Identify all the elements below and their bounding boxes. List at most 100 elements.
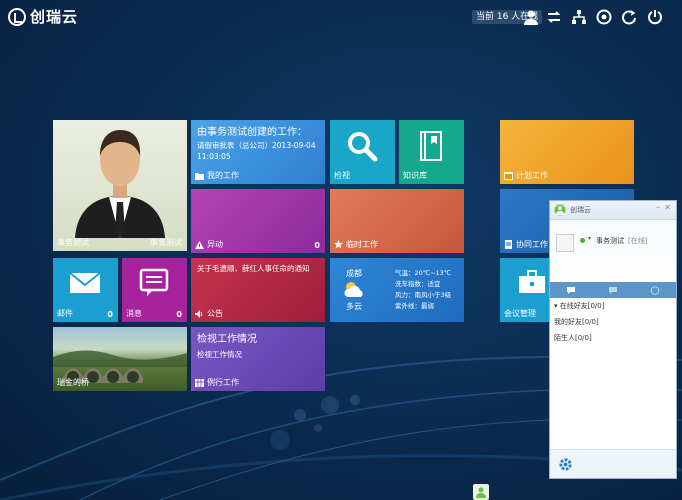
user-icon[interactable] (522, 8, 540, 26)
weather-tile[interactable]: 成都 多云 气温：20℃~13℃ 洗车指数：适宜 风力：南风小于3级 紫外线：最… (330, 258, 464, 322)
my-work-line1: 请假审批表（总公司）2013-09-04 (197, 141, 316, 150)
briefcase-icon (519, 270, 545, 293)
tab-contacts-icon[interactable] (566, 286, 576, 295)
mail-count: 0 (107, 310, 113, 319)
notice-title: 关于毛遗顺、薛红人事任命的通知 (197, 264, 310, 273)
avatar (75, 130, 165, 238)
exception-tile[interactable]: 异动 0 (191, 189, 325, 253)
my-work-detail: 请假审批表（总公司）2013-09-04 11:03:05 (197, 140, 316, 162)
profile-tile[interactable]: 事务测试 事务测试 (53, 120, 187, 251)
collab-label-wrap: 协同工作 (504, 239, 548, 250)
notice-label: 公告 (207, 309, 223, 318)
calendar-icon (504, 172, 513, 180)
logo-icon (8, 7, 26, 26)
message-tile[interactable]: 消息 0 (122, 258, 187, 322)
plan-label-wrap: 计划工作 (504, 170, 548, 181)
group-friends[interactable]: 我的好友[0/0] (550, 314, 676, 330)
inspect-tile[interactable]: 检视 (330, 120, 395, 184)
routine-tile[interactable]: 检视工作情况 检视工作情况 例行工作 (191, 327, 325, 391)
weather-city: 成都 (346, 269, 362, 278)
tab-recent-icon[interactable] (650, 285, 660, 295)
group-friends-label: 我的好友[0/0] (554, 318, 599, 326)
chat-user-card: ▾ 事务测试 [在线] (550, 220, 676, 282)
plan-tile[interactable]: 计划工作 (500, 120, 634, 184)
star-icon (334, 240, 343, 249)
routine-title: 检视工作情况 (197, 334, 257, 345)
chat-app-icon (554, 204, 566, 216)
chat-bubble-icon (139, 268, 169, 296)
notice-label-wrap: 公告 (195, 308, 223, 319)
warning-icon (195, 240, 204, 249)
search-icon (348, 132, 378, 162)
brand-name: 创瑞云 (30, 8, 79, 26)
knowledge-tile[interactable]: 知识库 (399, 120, 464, 184)
speaker-icon (195, 309, 203, 318)
chat-panel-header: 创瑞云 – ✕ (550, 201, 676, 220)
cloudy-icon (344, 282, 363, 297)
weather-temp: 气温：20℃~13℃ (395, 269, 452, 277)
exception-count: 0 (314, 241, 320, 250)
power-icon[interactable] (646, 8, 664, 26)
routine-label-wrap: 例行工作 (195, 377, 239, 388)
status-dropdown-icon[interactable]: ▾ (588, 235, 591, 242)
chat-panel-footer (550, 449, 676, 478)
collab-label: 协同工作 (516, 240, 548, 249)
temp-work-label-wrap: 临时工作 (334, 239, 378, 250)
mail-icon (69, 272, 101, 293)
inspect-label: 检视 (334, 171, 350, 180)
refresh-icon[interactable] (545, 8, 563, 26)
temp-work-tile[interactable]: 临时工作 (330, 189, 464, 253)
tab-groups-icon[interactable] (608, 286, 618, 295)
my-work-tile[interactable]: 由事务测试创建的工作： 请假审批表（总公司）2013-09-04 11:03:0… (191, 120, 325, 184)
weather-uv: 紫外线：最弱 (395, 302, 434, 310)
message-count: 0 (176, 310, 182, 319)
chat-settings-icon[interactable] (558, 457, 573, 472)
org-chart-icon[interactable] (570, 8, 588, 26)
chat-app-icon (476, 487, 486, 498)
my-work-label-wrap: 我的工作 (195, 170, 239, 181)
plan-label: 计划工作 (516, 171, 548, 180)
book-icon (420, 131, 442, 161)
folder-icon (195, 172, 204, 180)
document-icon (505, 240, 512, 249)
group-strangers[interactable]: 陌生人[0/0] (550, 330, 676, 346)
group-online[interactable]: ▾ 在线好友[0/0] (550, 298, 676, 314)
group-strangers-label: 陌生人[0/0] (554, 334, 592, 342)
message-label: 消息 (126, 309, 142, 318)
exception-label: 异动 (207, 240, 223, 249)
chat-panel: 创瑞云 – ✕ ▾ 事务测试 [在线] ▾ 在线好友[0/0] 我的好友[0/0… (549, 200, 677, 479)
notice-tile[interactable]: 关于毛遗顺、薛红人事任命的通知 公告 (191, 258, 325, 322)
user-avatar[interactable] (556, 234, 574, 252)
my-work-line2: 11:03:05 (197, 152, 231, 161)
brand-logo: 创瑞云 (8, 6, 78, 27)
close-icon[interactable]: ✕ (664, 203, 671, 212)
photo-caption: 瑞金的桥 (57, 378, 89, 387)
routine-sub: 检视工作情况 (197, 350, 242, 359)
chat-panel-title: 创瑞云 (570, 206, 591, 214)
knowledge-label: 知识库 (403, 171, 427, 180)
weather-details: 气温：20℃~13℃ 洗车指数：适宜 风力：南风小于3级 紫外线：最弱 (395, 268, 451, 312)
minimize-icon[interactable]: – (656, 203, 660, 212)
exception-label-wrap: 异动 (195, 239, 223, 250)
weather-wind: 风力：南风小于3级 (395, 291, 452, 299)
mail-label: 邮件 (57, 309, 73, 318)
weather-condition: 多云 (346, 302, 362, 311)
chat-user-name: 事务测试 (596, 237, 624, 245)
chat-tabs (550, 282, 676, 298)
meeting-label: 会议管理 (504, 309, 536, 318)
weather-wash: 洗车指数：适宜 (395, 280, 441, 288)
chat-user-status: [在线] (628, 237, 648, 245)
top-bar: 创瑞云 当前 16 人在线 (0, 0, 682, 34)
mail-tile[interactable]: 邮件 0 (53, 258, 118, 322)
photo-tile[interactable]: 瑞金的桥 (53, 327, 187, 391)
online-status-icon (580, 238, 585, 243)
my-work-label: 我的工作 (207, 171, 239, 180)
settings-icon[interactable] (595, 8, 613, 26)
calendar-grid-icon (195, 379, 204, 387)
temp-work-label: 临时工作 (346, 240, 378, 249)
reload-icon[interactable] (620, 8, 638, 26)
profile-name-left: 事务测试 (57, 238, 89, 247)
group-online-label: 在线好友[0/0] (559, 302, 605, 310)
taskbar-chat-icon[interactable] (473, 484, 489, 500)
routine-label: 例行工作 (207, 378, 239, 387)
